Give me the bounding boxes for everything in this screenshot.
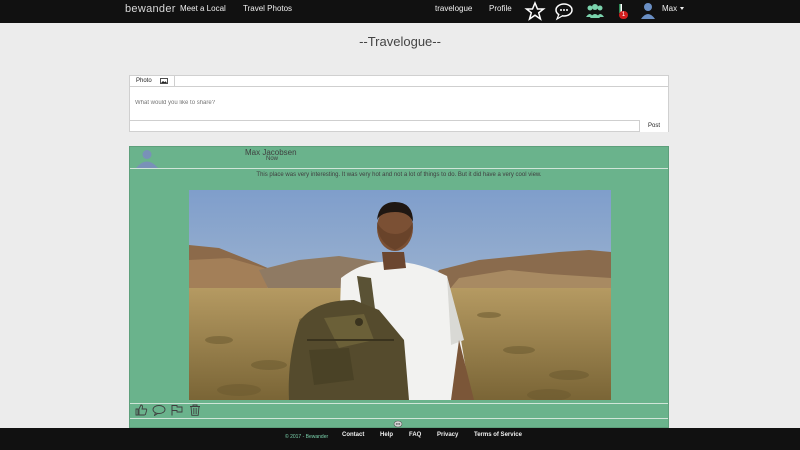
- flag-icon[interactable]: [170, 404, 184, 416]
- post-text: This place was very interesting. It was …: [256, 172, 542, 178]
- nav-link-profile[interactable]: Profile: [489, 4, 512, 13]
- footer-link-help[interactable]: Help: [380, 432, 393, 438]
- footer-link-privacy[interactable]: Privacy: [437, 432, 458, 438]
- post-header-divider: [130, 168, 668, 169]
- share-input[interactable]: [135, 89, 655, 117]
- page-title: --Travelogue--: [359, 34, 441, 49]
- author-avatar[interactable]: [133, 148, 161, 168]
- footer: © 2017 - Bewander Contact Help FAQ Priva…: [0, 428, 800, 450]
- brand-logo[interactable]: bewander: [125, 3, 176, 15]
- trash-icon[interactable]: [188, 404, 202, 416]
- post-card: Max Jacobsen Now This place was very int…: [129, 146, 669, 428]
- image-icon: [160, 78, 168, 84]
- comment-expand-icon[interactable]: [393, 420, 403, 428]
- footer-link-faq[interactable]: FAQ: [409, 432, 421, 438]
- nav-link-meet-a-local[interactable]: Meet a Local: [180, 4, 226, 13]
- chevron-down-icon[interactable]: [680, 7, 684, 10]
- tab-divider: [175, 86, 669, 87]
- group-icon[interactable]: [584, 1, 606, 21]
- footer-link-contact[interactable]: Contact: [342, 432, 364, 438]
- post-photo-divider: [130, 403, 668, 404]
- comment-icon[interactable]: [152, 404, 166, 416]
- photo-tab-label: Photo: [136, 78, 152, 84]
- footer-link-terms[interactable]: Terms of Service: [474, 432, 522, 438]
- chat-icon[interactable]: [553, 1, 575, 21]
- user-menu[interactable]: Max: [662, 4, 677, 13]
- traveler-photo: [189, 190, 611, 400]
- post-timestamp: Now: [266, 156, 279, 162]
- post-actions-divider: [130, 418, 668, 419]
- post-button[interactable]: Post: [639, 120, 668, 132]
- photo-tab[interactable]: Photo: [130, 76, 175, 87]
- post-composer: Photo Post: [129, 75, 669, 132]
- top-navbar: bewander Meet a Local Travel Photos trav…: [0, 0, 800, 23]
- star-icon[interactable]: [524, 1, 546, 21]
- footer-copyright: © 2017 - Bewander: [285, 434, 329, 440]
- notification-badge: 1: [619, 11, 628, 19]
- post-photo[interactable]: [189, 190, 611, 400]
- nav-link-travel-photos[interactable]: Travel Photos: [243, 4, 292, 13]
- user-avatar-icon[interactable]: [640, 1, 656, 21]
- like-icon[interactable]: [134, 404, 148, 416]
- composer-divider: [130, 120, 668, 121]
- nav-link-travelogue[interactable]: travelogue: [435, 4, 472, 13]
